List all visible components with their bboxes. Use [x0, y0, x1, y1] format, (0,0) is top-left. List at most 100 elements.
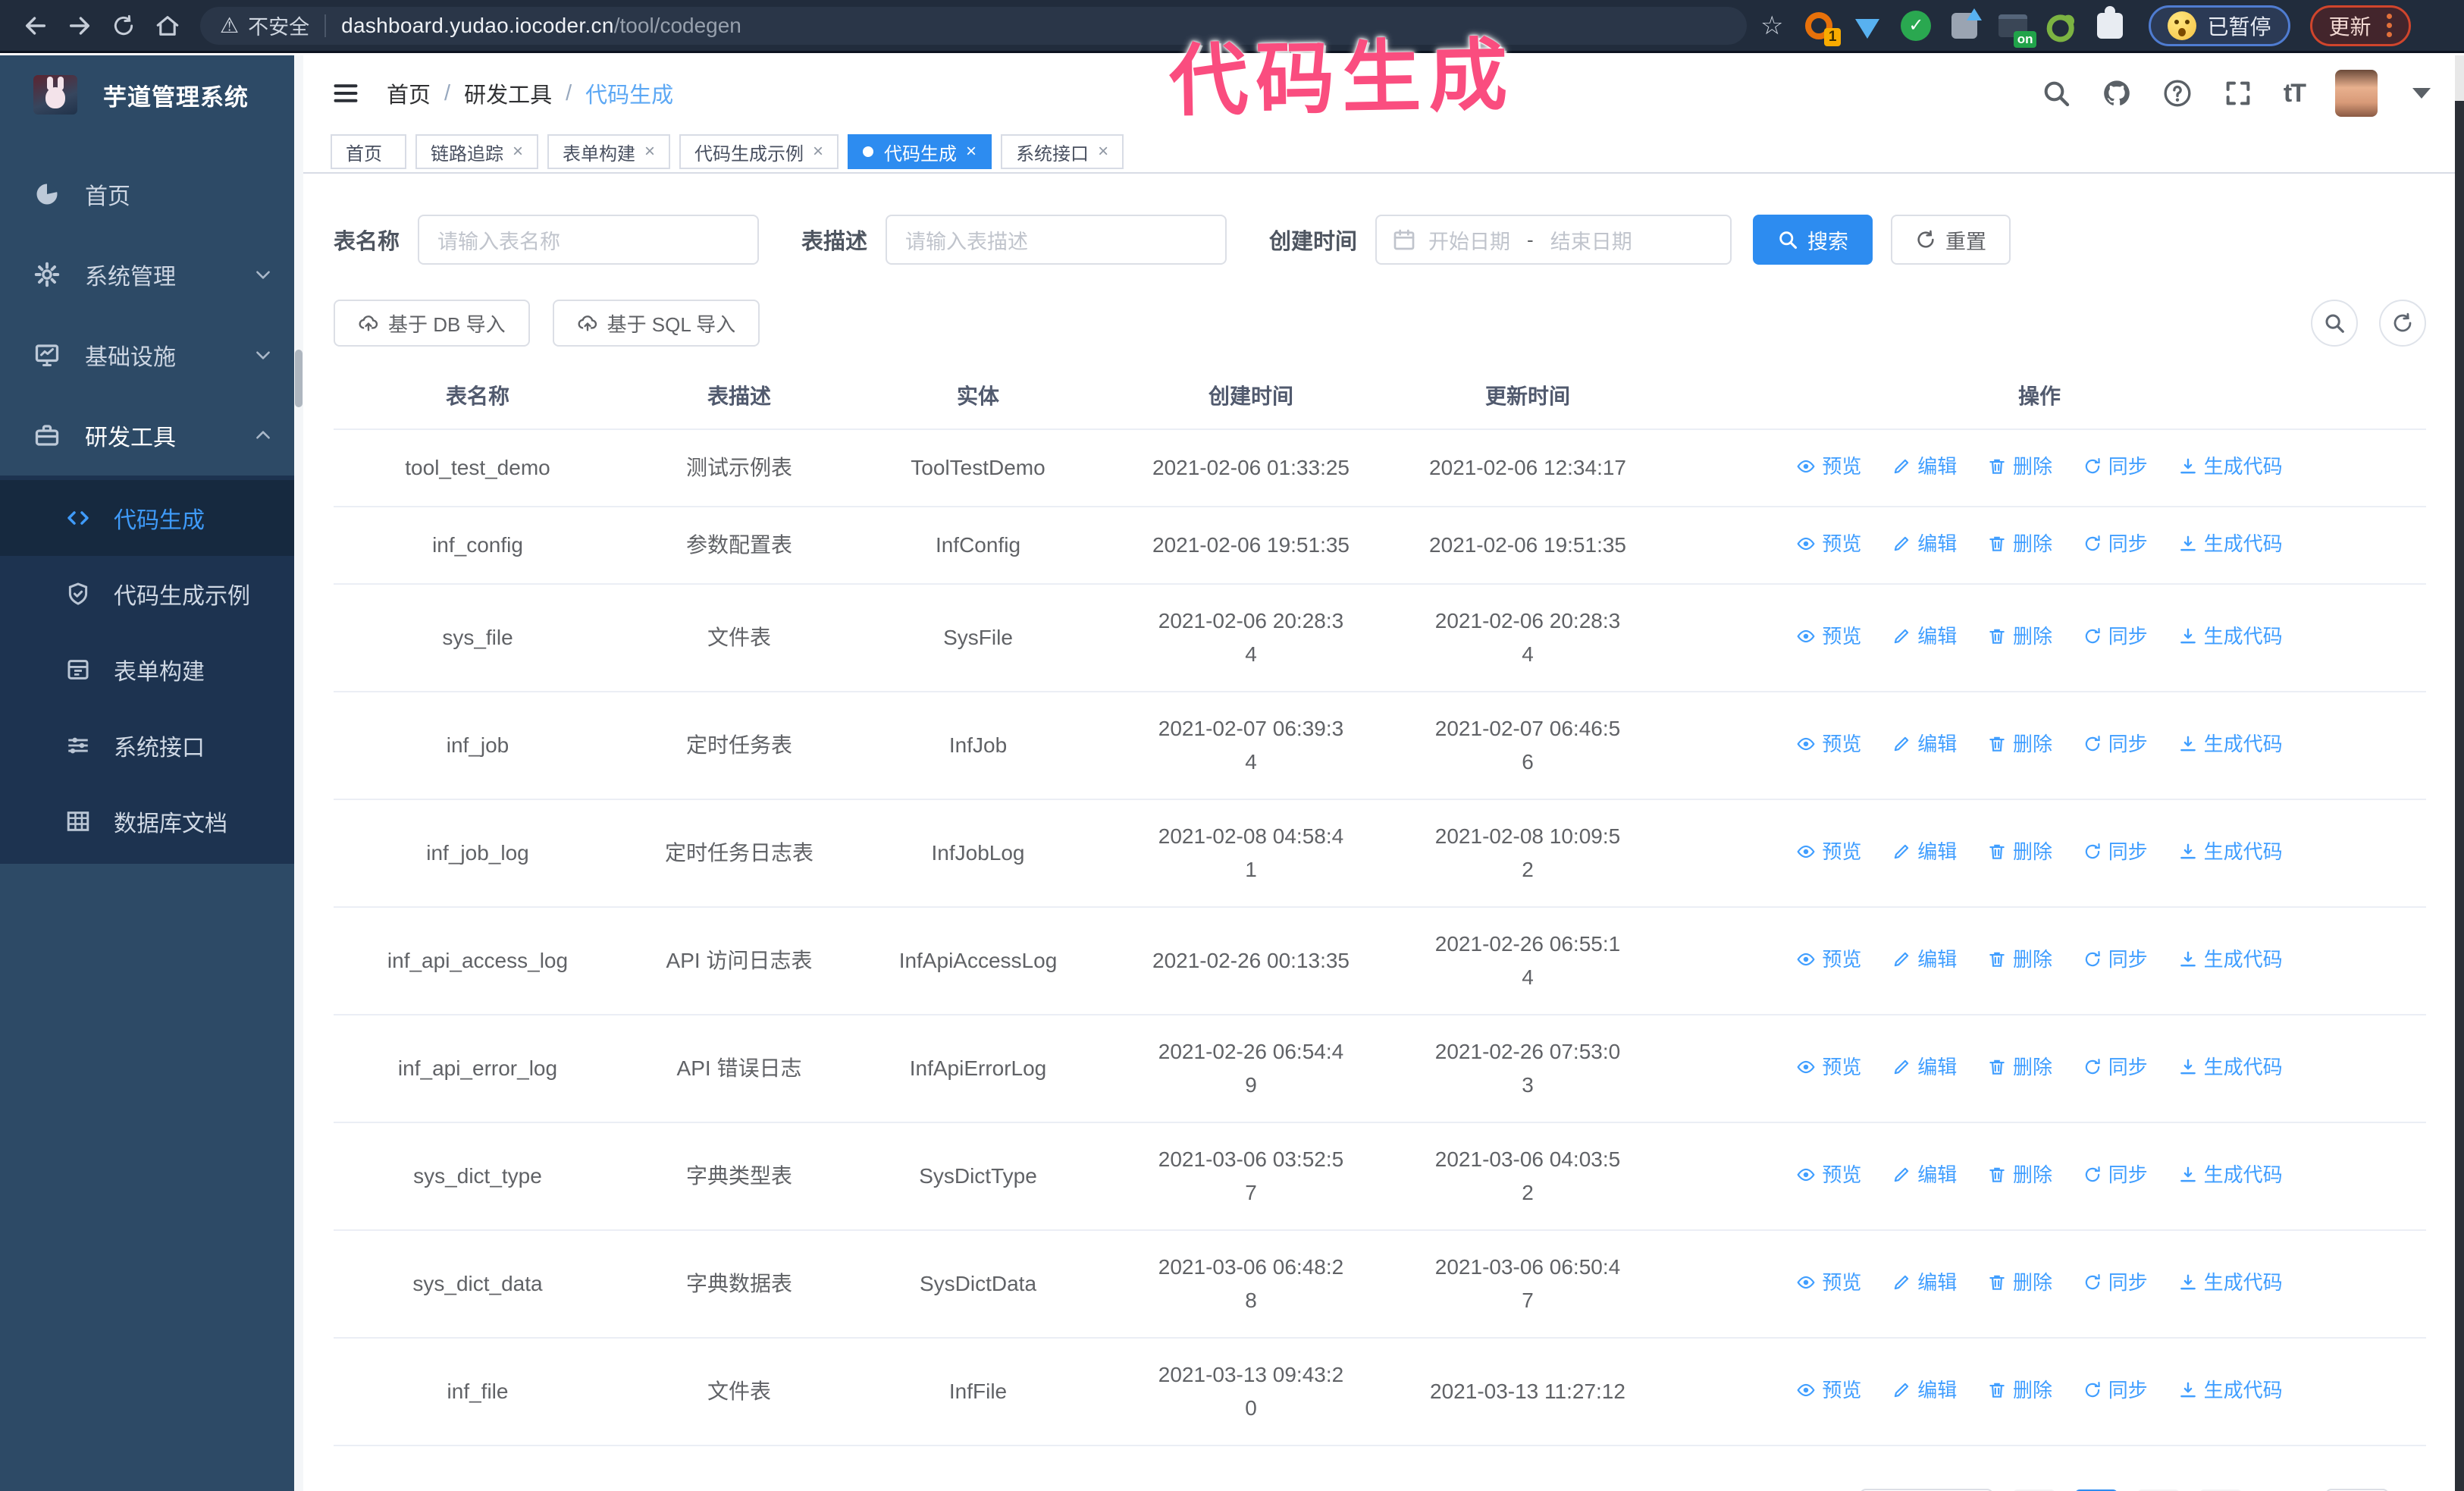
sync-link[interactable]: 同步 — [2083, 727, 2148, 761]
preview-link[interactable]: 预览 — [1796, 727, 1861, 761]
tab-close-icon[interactable]: × — [644, 141, 655, 162]
edit-link[interactable]: 编辑 — [1892, 527, 1957, 560]
app-logo-row[interactable]: 芋道管理系统 — [0, 55, 303, 134]
reset-button[interactable]: 重置 — [1891, 215, 2011, 265]
tab[interactable]: 系统接口 × — [1001, 134, 1124, 169]
tab-close-icon[interactable]: × — [1098, 141, 1108, 162]
sync-link[interactable]: 同步 — [2083, 943, 2148, 976]
preview-link[interactable]: 预览 — [1796, 943, 1861, 976]
extension-icon-orange[interactable]: 1 — [1803, 10, 1842, 46]
table-desc-input[interactable]: 请输入表描述 — [886, 215, 1227, 265]
search-button[interactable]: 搜索 — [1753, 215, 1873, 265]
sidebar-item-devtools[interactable]: 研发工具 — [0, 395, 303, 476]
tab[interactable]: 代码生成示例 × — [679, 134, 839, 169]
preview-link[interactable]: 预览 — [1796, 1158, 1861, 1191]
tab[interactable]: 代码生成 × — [848, 134, 992, 169]
paused-badge[interactable]: 已暂停 — [2149, 5, 2290, 46]
browser-back-button[interactable] — [14, 4, 58, 48]
sync-link[interactable]: 同步 — [2083, 1158, 2148, 1191]
tab-close-icon[interactable]: × — [966, 141, 977, 162]
page-scrollbar-thumb[interactable] — [2455, 101, 2464, 1491]
generate-code-link[interactable]: 生成代码 — [2178, 1050, 2283, 1084]
sync-link[interactable]: 同步 — [2083, 835, 2148, 868]
help-icon[interactable] — [2162, 78, 2193, 108]
toggle-search-button[interactable] — [2311, 300, 2358, 347]
tab[interactable]: 表单构建 × — [547, 134, 671, 169]
edit-link[interactable]: 编辑 — [1892, 450, 1957, 483]
sidebar-item-infra[interactable]: 基础设施 — [0, 315, 303, 395]
generate-code-link[interactable]: 生成代码 — [2178, 1373, 2283, 1407]
generate-code-link[interactable]: 生成代码 — [2178, 727, 2283, 761]
edit-link[interactable]: 编辑 — [1892, 835, 1957, 868]
search-icon[interactable] — [2041, 78, 2071, 108]
extension-icon-gem[interactable] — [1851, 10, 1883, 42]
extension-icon-puzzle[interactable] — [2094, 5, 2126, 42]
sidebar-item-system-api[interactable]: 系统接口 — [0, 708, 303, 783]
edit-link[interactable]: 编辑 — [1892, 620, 1957, 653]
security-status[interactable]: ⚠ 不安全 — [220, 11, 309, 40]
sidebar-item-system[interactable]: 系统管理 — [0, 234, 303, 315]
preview-link[interactable]: 预览 — [1796, 1373, 1861, 1407]
delete-link[interactable]: 删除 — [1987, 1050, 2052, 1084]
update-button[interactable]: 更新 — [2309, 5, 2411, 46]
generate-code-link[interactable]: 生成代码 — [2178, 527, 2283, 560]
preview-link[interactable]: 预览 — [1796, 527, 1861, 560]
github-icon[interactable] — [2102, 78, 2132, 108]
sync-link[interactable]: 同步 — [2083, 620, 2148, 653]
sync-link[interactable]: 同步 — [2083, 1050, 2148, 1084]
sidebar-scrollbar-thumb[interactable] — [295, 350, 303, 407]
delete-link[interactable]: 删除 — [1987, 527, 2052, 560]
browser-reload-button[interactable] — [102, 4, 146, 48]
edit-link[interactable]: 编辑 — [1892, 943, 1957, 976]
preview-link[interactable]: 预览 — [1796, 1050, 1861, 1084]
tab[interactable]: 链路追踪 × — [415, 134, 539, 169]
browser-home-button[interactable] — [146, 4, 190, 48]
extension-icon-green-check[interactable]: ✓ — [1900, 10, 1932, 42]
sidebar-item-db-doc[interactable]: 数据库文档 — [0, 783, 303, 859]
breadcrumb-devtools[interactable]: 研发工具 — [464, 77, 552, 109]
sidebar-item-home[interactable]: 首页 — [0, 154, 303, 234]
browser-forward-button[interactable] — [58, 4, 102, 48]
delete-link[interactable]: 删除 — [1987, 835, 2052, 868]
avatar-caret-icon[interactable] — [2412, 88, 2431, 99]
extension-icon-on[interactable]: on — [1997, 10, 2037, 48]
sync-link[interactable]: 同步 — [2083, 527, 2148, 560]
generate-code-link[interactable]: 生成代码 — [2178, 835, 2283, 868]
generate-code-link[interactable]: 生成代码 — [2178, 450, 2283, 483]
delete-link[interactable]: 删除 — [1987, 943, 2052, 976]
refresh-table-button[interactable] — [2379, 300, 2426, 347]
bookmark-star-icon[interactable]: ☆ — [1760, 11, 1783, 41]
page-scrollbar[interactable] — [2455, 55, 2464, 1491]
delete-link[interactable]: 删除 — [1987, 1266, 2052, 1299]
edit-link[interactable]: 编辑 — [1892, 1373, 1957, 1407]
tab-close-icon[interactable]: × — [513, 141, 523, 162]
table-name-input[interactable]: 请输入表名称 — [418, 215, 760, 265]
hamburger-icon[interactable] — [331, 80, 361, 107]
sync-link[interactable]: 同步 — [2083, 1373, 2148, 1407]
tab[interactable]: 首页 — [331, 134, 406, 169]
breadcrumb-home[interactable]: 首页 — [387, 77, 431, 109]
preview-link[interactable]: 预览 — [1796, 620, 1861, 653]
preview-link[interactable]: 预览 — [1796, 450, 1861, 483]
generate-code-link[interactable]: 生成代码 — [2178, 620, 2283, 653]
fullscreen-icon[interactable] — [2223, 78, 2253, 108]
import-sql-button[interactable]: 基于 SQL 导入 — [552, 300, 760, 347]
extension-icon-gray[interactable] — [1948, 8, 1983, 42]
browser-menu-icon[interactable] — [2382, 14, 2392, 37]
delete-link[interactable]: 删除 — [1987, 450, 2052, 483]
tab-close-icon[interactable]: × — [813, 141, 823, 162]
edit-link[interactable]: 编辑 — [1892, 1158, 1957, 1191]
sidebar-item-codegen[interactable]: 代码生成 — [0, 480, 303, 556]
avatar[interactable] — [2335, 70, 2378, 117]
font-size-icon[interactable]: tT — [2284, 79, 2306, 108]
generate-code-link[interactable]: 生成代码 — [2178, 1266, 2283, 1299]
delete-link[interactable]: 删除 — [1987, 1373, 2052, 1407]
edit-link[interactable]: 编辑 — [1892, 1050, 1957, 1084]
preview-link[interactable]: 预览 — [1796, 1266, 1861, 1299]
generate-code-link[interactable]: 生成代码 — [2178, 1158, 2283, 1191]
preview-link[interactable]: 预览 — [1796, 835, 1861, 868]
delete-link[interactable]: 删除 — [1987, 620, 2052, 653]
import-db-button[interactable]: 基于 DB 导入 — [334, 300, 530, 347]
edit-link[interactable]: 编辑 — [1892, 727, 1957, 761]
edit-link[interactable]: 编辑 — [1892, 1266, 1957, 1299]
